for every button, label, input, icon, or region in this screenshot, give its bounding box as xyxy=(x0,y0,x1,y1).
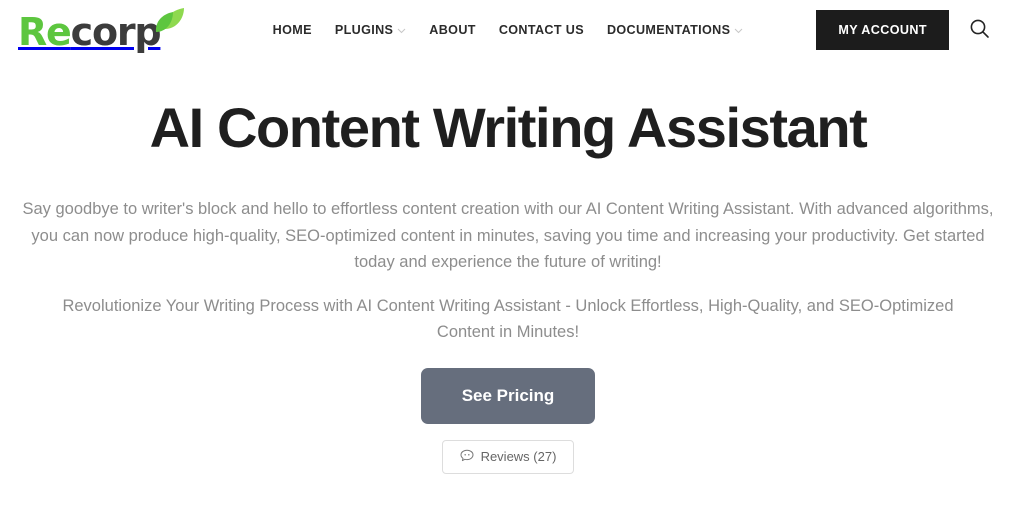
nav-item-label: PLUGINS xyxy=(334,22,394,37)
search-icon xyxy=(969,18,990,42)
search-button[interactable] xyxy=(965,14,994,46)
my-account-button[interactable]: MY ACCOUNT xyxy=(816,9,949,50)
nav-item-plugins[interactable]: PLUGINS xyxy=(335,23,406,37)
nav-item-label: DOCUMENTATIONS xyxy=(606,22,731,37)
nav-item-home[interactable]: HOME xyxy=(273,23,312,37)
chevron-down-icon xyxy=(734,23,743,37)
comment-bubble-icon xyxy=(460,449,474,465)
leaf-icon xyxy=(151,7,185,38)
nav-item-label: ABOUT xyxy=(429,22,476,37)
reviews-container: Reviews (27) xyxy=(0,439,1016,474)
hero-description: Say goodbye to writer's block and hello … xyxy=(22,199,994,272)
logo-text-secondary: corp xyxy=(70,9,162,54)
reviews-button-label: Reviews (27) xyxy=(480,449,557,465)
header-actions: MY ACCOUNT xyxy=(816,9,994,50)
page-title: AI Content Writing Assistant xyxy=(149,96,868,159)
site-logo[interactable]: Recorp xyxy=(18,7,185,54)
nav-item-label: CONTACT US xyxy=(498,22,584,37)
chevron-down-icon xyxy=(397,23,406,37)
logo-text-primary: Re xyxy=(18,9,72,54)
nav-item-documentations[interactable]: DOCUMENTATIONS xyxy=(607,23,743,37)
nav-item-label: HOME xyxy=(272,22,312,37)
site-header: Recorp HOME PLUGINS ABOUT CONTACT US DOC… xyxy=(0,0,1016,59)
nav-item-about[interactable]: ABOUT xyxy=(429,23,476,37)
hero-subtext: Revolutionize Your Writing Process with … xyxy=(62,296,954,342)
hero-section: AI Content Writing Assistant Say goodbye… xyxy=(0,59,1016,474)
cta-container: See Pricing xyxy=(0,367,1016,424)
nav-item-contact-us[interactable]: CONTACT US xyxy=(499,23,584,37)
reviews-button[interactable]: Reviews (27) xyxy=(441,439,575,474)
see-pricing-button[interactable]: See Pricing xyxy=(420,367,596,424)
